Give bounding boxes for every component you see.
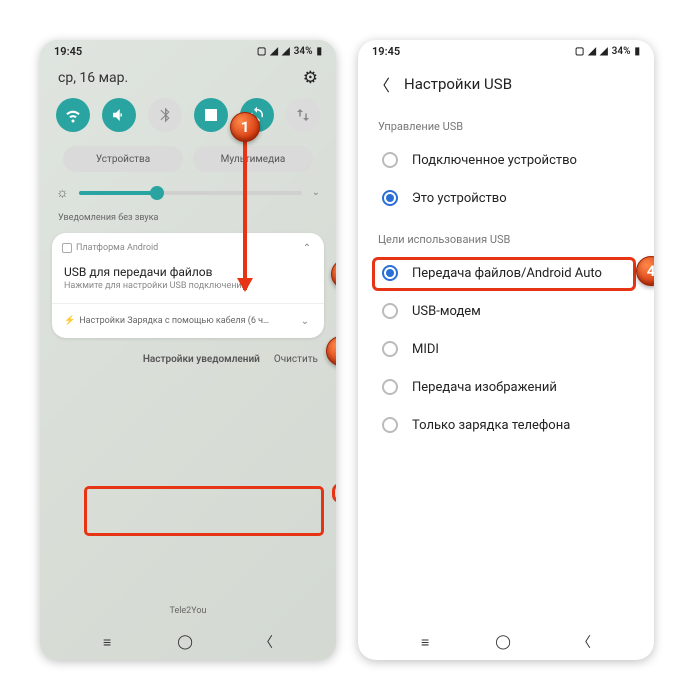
date-label: ср, 16 мар.	[58, 70, 128, 86]
radio-this-device[interactable]: Это устройство	[368, 179, 644, 217]
battery-icon: ▮	[316, 46, 322, 57]
bolt-icon: ⚡	[64, 316, 75, 326]
back-icon[interactable]: 〈	[374, 72, 390, 96]
android-icon	[62, 243, 72, 253]
brightness-row: ☼ ⌄	[40, 180, 336, 209]
nav-back[interactable]: 〈	[259, 632, 273, 652]
nav-home[interactable]: ◯	[177, 634, 193, 650]
charge-prefix: Настройки	[79, 316, 125, 326]
qs-transfer[interactable]	[286, 98, 320, 132]
android-system-card: Платформа Android ⌃ USB для передачи фай…	[52, 233, 324, 338]
radio-label: Только зарядка телефона	[412, 418, 570, 433]
quick-settings-row	[40, 98, 336, 140]
radio-icon	[382, 152, 398, 168]
radio-label: USB-модем	[412, 304, 481, 319]
chevron-up-icon[interactable]: ⌃	[300, 241, 314, 255]
silent-notifications-label: Уведомления без звука	[40, 209, 336, 229]
usb-notification[interactable]: USB для передачи файлов Нажмите для наст…	[52, 263, 324, 303]
chevron-down-icon[interactable]: ⌄	[312, 187, 320, 198]
radio-file-transfer[interactable]: Передача файлов/Android Auto	[368, 254, 644, 292]
clear-all-button[interactable]: Очистить	[274, 354, 318, 365]
battery-icon: ▮	[634, 46, 640, 57]
wifi-indicator-icon: ◢	[588, 46, 596, 57]
battery-text: 34%	[294, 46, 313, 57]
radio-charge-only[interactable]: Только зарядка телефона	[368, 406, 644, 444]
arrow-down	[243, 140, 247, 290]
status-time: 19:45	[54, 45, 82, 58]
chip-multimedia[interactable]: Мультимедиа	[193, 146, 313, 172]
android-header-text: Платформа Android	[76, 243, 158, 253]
callout-1: 1	[230, 112, 260, 142]
chip-devices[interactable]: Устройства	[63, 146, 183, 172]
nav-back[interactable]: 〈	[577, 632, 591, 652]
radio-icon	[382, 379, 398, 395]
nav-home[interactable]: ◯	[495, 634, 511, 650]
brightness-low-icon: ☼	[56, 184, 69, 201]
radio-label: Передача изображений	[412, 380, 557, 395]
phone-right-usb-settings: 19:45 ▢ ◢ ◢ 34% ▮ 〈 Настройки USB Управл…	[358, 40, 654, 660]
radio-icon	[382, 341, 398, 357]
notification-settings-link[interactable]: Настройки уведомлений	[143, 354, 260, 365]
radio-label: Передача файлов/Android Auto	[412, 266, 602, 281]
radio-icon	[382, 190, 398, 206]
radio-label: MIDI	[412, 342, 439, 357]
brightness-slider[interactable]	[79, 191, 302, 195]
status-bar: 19:45 ▢ ◢ ◢ 34% ▮	[358, 40, 654, 62]
signal-indicator-icon: ◢	[600, 46, 608, 57]
radio-icon	[382, 265, 398, 281]
radio-connected-device[interactable]: Подключенное устройство	[368, 141, 644, 179]
qs-wifi[interactable]	[56, 98, 90, 132]
radio-usb-tethering[interactable]: USB-модем	[368, 292, 644, 330]
status-icons: ▢ ◢ ◢ 34% ▮	[575, 46, 640, 57]
radio-label: Это устройство	[412, 191, 507, 206]
qs-bluetooth[interactable]	[148, 98, 182, 132]
qs-sound[interactable]	[102, 98, 136, 132]
usb-title: USB для передачи файлов	[64, 265, 312, 279]
qs-nfc[interactable]	[194, 98, 228, 132]
carrier-label: Tele2You	[40, 598, 336, 624]
usb-control-list: Подключенное устройство Это устройство	[368, 141, 644, 217]
charge-text: Зарядка с помощью кабеля (6 ч…	[127, 316, 269, 326]
radio-midi[interactable]: MIDI	[368, 330, 644, 368]
gear-icon[interactable]: ⚙	[303, 68, 318, 88]
radio-icon	[382, 303, 398, 319]
nfc-indicator-icon: ▢	[257, 46, 266, 57]
chevron-down-icon[interactable]: ⌄	[298, 314, 312, 328]
nav-recents[interactable]: ≡	[103, 634, 111, 651]
navigation-bar: ≡ ◯ 〈	[40, 624, 336, 660]
nfc-indicator-icon: ▢	[575, 46, 584, 57]
phone-left-notification-shade: 19:45 ▢ ◢ ◢ 34% ▮ ср, 16 мар. ⚙ Устройст…	[40, 40, 336, 660]
nav-recents[interactable]: ≡	[421, 634, 429, 651]
page-title: Настройки USB	[404, 75, 512, 93]
wifi-indicator-icon: ◢	[270, 46, 278, 57]
section-usb-control: Управление USB	[358, 114, 654, 139]
status-time: 19:45	[372, 45, 400, 58]
usb-purpose-list: Передача файлов/Android Auto USB-модем M…	[368, 254, 644, 444]
usb-subtitle: Нажмите для настройки USB подключения.	[64, 281, 312, 291]
section-usb-purpose: Цели использования USB	[358, 227, 654, 252]
charging-row[interactable]: ⚡ Настройки Зарядка с помощью кабеля (6 ч…	[52, 303, 324, 338]
radio-ptp[interactable]: Передача изображений	[368, 368, 644, 406]
radio-icon	[382, 417, 398, 433]
battery-text: 34%	[612, 46, 631, 57]
status-bar: 19:45 ▢ ◢ ◢ 34% ▮	[40, 40, 336, 62]
signal-indicator-icon: ◢	[282, 46, 290, 57]
navigation-bar: ≡ ◯ 〈	[358, 624, 654, 660]
status-icons: ▢ ◢ ◢ 34% ▮	[257, 46, 322, 57]
radio-label: Подключенное устройство	[412, 153, 577, 168]
